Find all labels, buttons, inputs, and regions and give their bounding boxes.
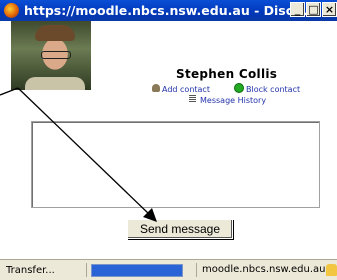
annotation-line-main [17,87,151,216]
annotation-arrows [0,87,157,222]
annotation-line-left [0,87,19,96]
